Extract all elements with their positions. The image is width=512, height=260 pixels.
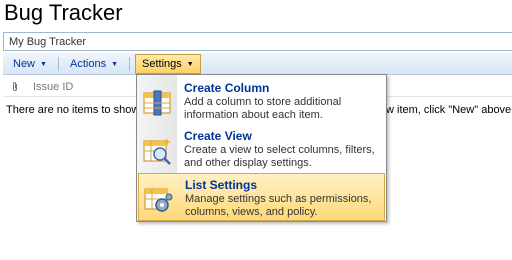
list-settings-description: Manage settings such as permissions, col… bbox=[185, 193, 372, 218]
create-view-description: Create a view to select columns, filters… bbox=[184, 144, 375, 169]
menu-item-create-column[interactable]: Create Column Add a column to store addi… bbox=[138, 77, 385, 125]
create-column-description: Add a column to store additional informa… bbox=[184, 96, 342, 121]
breadcrumb-link[interactable]: My Bug Tracker bbox=[9, 36, 86, 48]
actions-menu-button[interactable]: Actions ▼ bbox=[64, 55, 124, 73]
chevron-down-icon: ▼ bbox=[40, 61, 47, 68]
empty-list-message-continued: w item, click "New" above. bbox=[386, 104, 512, 116]
toolbar-divider bbox=[58, 57, 59, 71]
create-view-icon bbox=[143, 138, 171, 165]
list-settings-title: List Settings bbox=[185, 178, 258, 192]
settings-dropdown-menu: Create Column Add a column to store addi… bbox=[136, 74, 387, 222]
new-button-label: New bbox=[13, 58, 36, 70]
page-title: Bug Tracker bbox=[4, 0, 123, 25]
toolbar-divider bbox=[129, 57, 130, 71]
settings-button-label: Settings bbox=[142, 58, 182, 70]
list-toolbar: New ▼ Actions ▼ Settings ▼ bbox=[3, 53, 512, 75]
create-column-icon bbox=[143, 90, 171, 116]
create-view-title: Create View bbox=[184, 129, 252, 143]
settings-menu-button[interactable]: Settings ▼ bbox=[135, 54, 201, 74]
breadcrumb: My Bug Tracker bbox=[3, 32, 512, 51]
list-settings-icon bbox=[144, 188, 173, 212]
actions-button-label: Actions bbox=[70, 58, 107, 70]
menu-item-list-settings[interactable]: List Settings Manage settings such as pe… bbox=[138, 173, 385, 221]
chevron-down-icon: ▼ bbox=[186, 61, 194, 68]
column-header-issue-id[interactable]: Issue ID bbox=[33, 81, 73, 93]
new-menu-button[interactable]: New ▼ bbox=[7, 55, 53, 73]
attachment-icon bbox=[13, 82, 17, 91]
empty-list-message: There are no items to show bbox=[6, 104, 140, 116]
chevron-down-icon: ▼ bbox=[111, 61, 119, 68]
create-column-title: Create Column bbox=[184, 81, 270, 95]
menu-item-create-view[interactable]: Create View Create a view to select colu… bbox=[138, 125, 385, 173]
